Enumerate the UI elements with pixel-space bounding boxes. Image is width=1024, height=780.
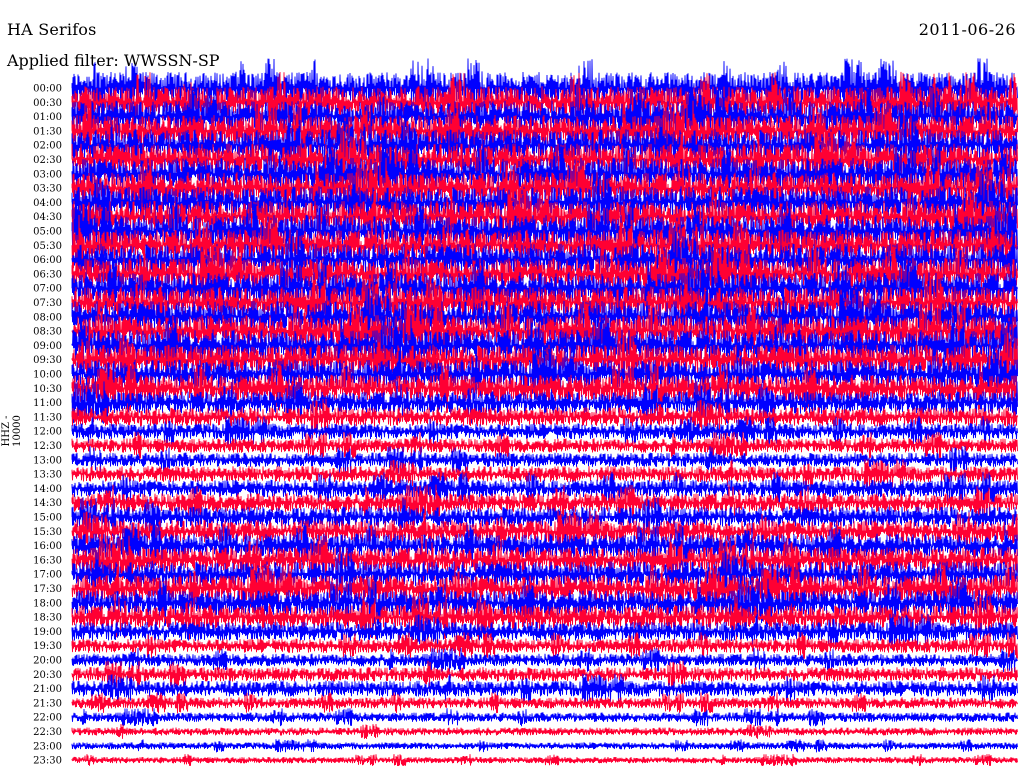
time-tick-label: 17:30 <box>33 584 62 595</box>
time-tick-label: 18:30 <box>33 613 62 624</box>
time-tick-label: 11:30 <box>33 412 62 423</box>
time-tick-label: 09:30 <box>33 355 62 366</box>
time-tick-label: 07:00 <box>33 284 62 295</box>
time-tick-label: 04:00 <box>33 198 62 209</box>
seismic-trace-row <box>71 708 1018 727</box>
time-tick-label: 23:00 <box>33 741 62 752</box>
seismic-trace-row <box>71 739 1018 753</box>
time-tick-label: 03:30 <box>33 184 62 195</box>
trace-group <box>71 58 1018 767</box>
time-tick-label: 23:30 <box>33 756 62 767</box>
time-tick-label: 19:30 <box>33 641 62 652</box>
time-tick-label: 13:00 <box>33 455 62 466</box>
time-tick-label: 15:30 <box>33 527 62 538</box>
time-tick-label: 10:00 <box>33 370 62 381</box>
time-tick-label: 22:30 <box>33 727 62 738</box>
seismic-trace-row <box>71 723 1018 740</box>
time-tick-label: 11:00 <box>33 398 62 409</box>
time-tick-label: 03:00 <box>33 169 62 180</box>
time-tick-label: 01:00 <box>33 112 62 123</box>
time-tick-group: 00:00 00:30 01:00 01:30 02:00 02:30 03:00 03:30… <box>33 84 62 767</box>
time-tick-label: 21:00 <box>33 684 62 695</box>
time-tick-label: 22:00 <box>33 713 62 724</box>
time-tick-label: 15:00 <box>33 513 62 524</box>
seismic-trace-row <box>71 647 1018 673</box>
time-tick-label: 00:30 <box>33 98 62 109</box>
helicorder-plot: 00:00 00:30 01:00 01:30 02:00 02:30 03:00 03:30… <box>33 58 1018 767</box>
seismic-trace-row <box>71 692 1018 714</box>
time-tick-label: 02:00 <box>33 141 62 152</box>
time-tick-label: 18:00 <box>33 598 62 609</box>
seismic-trace-row <box>71 753 1018 767</box>
time-tick-label: 00:00 <box>33 84 62 95</box>
time-tick-label: 02:30 <box>33 155 62 166</box>
time-tick-label: 01:30 <box>33 126 62 137</box>
time-tick-label: 13:30 <box>33 470 62 481</box>
time-tick-label: 16:00 <box>33 541 62 552</box>
time-tick-label: 14:30 <box>33 498 62 509</box>
time-tick-label: 05:30 <box>33 241 62 252</box>
time-tick-label: 19:00 <box>33 627 62 638</box>
time-tick-label: 20:30 <box>33 670 62 681</box>
time-tick-label: 16:30 <box>33 555 62 566</box>
time-tick-label: 09:00 <box>33 341 62 352</box>
time-tick-label: 05:00 <box>33 227 62 238</box>
time-tick-label: 21:30 <box>33 698 62 709</box>
time-tick-label: 08:00 <box>33 312 62 323</box>
time-tick-label: 17:00 <box>33 570 62 581</box>
time-tick-label: 14:00 <box>33 484 62 495</box>
time-tick-label: 08:30 <box>33 327 62 338</box>
time-tick-label: 06:00 <box>33 255 62 266</box>
time-tick-label: 12:00 <box>33 427 62 438</box>
time-tick-label: 04:30 <box>33 212 62 223</box>
time-tick-label: 06:30 <box>33 269 62 280</box>
time-tick-label: 20:00 <box>33 656 62 667</box>
time-tick-label: 07:30 <box>33 298 62 309</box>
time-tick-label: 10:30 <box>33 384 62 395</box>
time-tick-label: 12:30 <box>33 441 62 452</box>
